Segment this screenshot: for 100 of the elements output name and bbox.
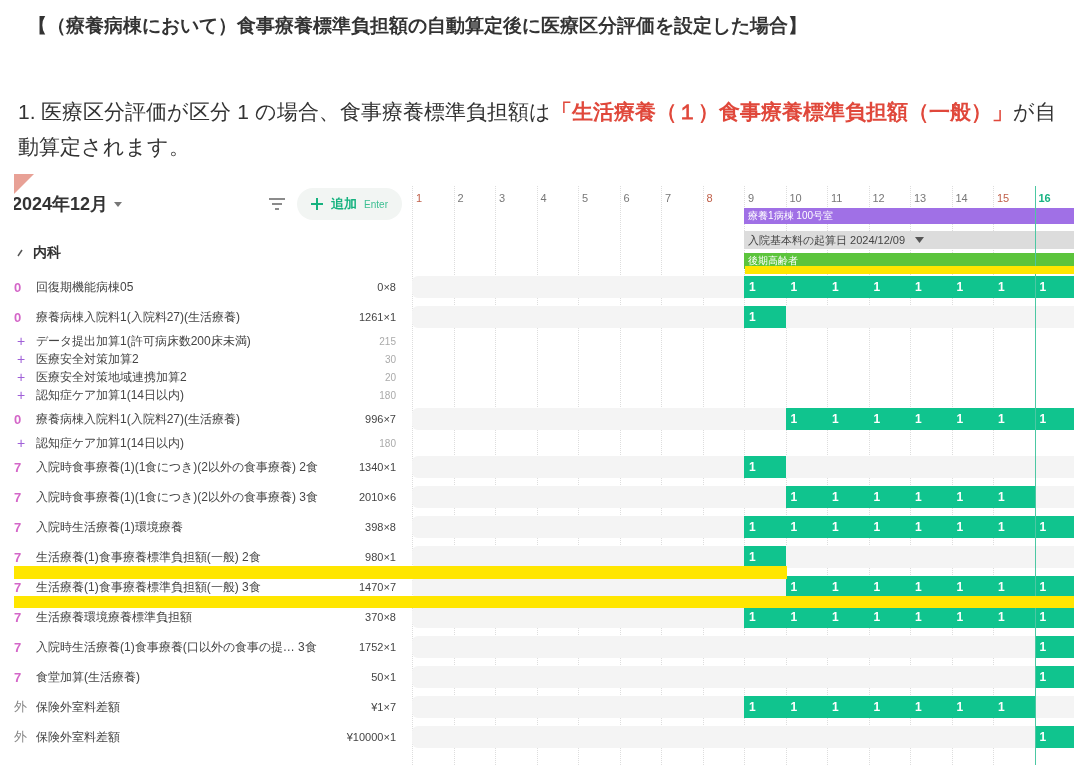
- count-cell[interactable]: 1: [1034, 276, 1074, 298]
- row-code: 0: [14, 279, 23, 295]
- count-cell[interactable]: 1: [868, 408, 910, 430]
- row-name[interactable]: 入院時食事療養(1)(1食につき)(2以外の食事療養) 2食: [36, 458, 359, 476]
- row-value: 1752×1: [359, 641, 397, 653]
- corner-fold-icon: [14, 174, 34, 194]
- row-value: 1261×1: [359, 311, 397, 323]
- count-cell[interactable]: 1: [827, 408, 869, 430]
- count-cell[interactable]: 1: [785, 516, 827, 538]
- count-cell[interactable]: 1: [993, 606, 1035, 628]
- row-code: 7: [14, 519, 23, 535]
- row-value: 180: [379, 389, 397, 401]
- row-name[interactable]: 療養病棟入院料1(入院料27)(生活療養): [36, 308, 359, 326]
- count-cell[interactable]: 1: [744, 546, 786, 568]
- count-cell[interactable]: 1: [868, 486, 910, 508]
- group-label[interactable]: 内科: [33, 244, 61, 262]
- count-cell[interactable]: 1: [827, 516, 869, 538]
- row-name[interactable]: 入院時食事療養(1)(1食につき)(2以外の食事療養) 3食: [36, 488, 359, 506]
- row-code: 7: [14, 669, 23, 685]
- row-name[interactable]: データ提出加算1(許可病床数200床未満): [36, 332, 380, 350]
- count-cell[interactable]: 1: [910, 276, 952, 298]
- row-value: 50×1: [371, 671, 397, 683]
- room-bar[interactable]: 療養1病棟 100号室: [744, 208, 1074, 224]
- row-code: 外: [14, 698, 28, 716]
- row-name[interactable]: 保険外室料差額: [36, 728, 347, 746]
- count-cell[interactable]: 1: [827, 576, 869, 598]
- row-code: +: [16, 369, 27, 385]
- count-cell[interactable]: 1: [744, 696, 786, 718]
- row-value: 2010×6: [359, 491, 397, 503]
- count-cell[interactable]: 1: [744, 606, 786, 628]
- count-cell[interactable]: 1: [1034, 636, 1074, 658]
- row-name[interactable]: 入院時生活療養(1)食事療養(口以外の食事の提… 3食: [36, 638, 359, 656]
- count-cell[interactable]: 1: [1034, 408, 1074, 430]
- day-number: 10: [788, 191, 803, 206]
- row-name[interactable]: 入院時生活療養(1)環境療養: [36, 518, 366, 536]
- row-name[interactable]: 生活療養(1)食事療養標準負担額(一般) 2食: [36, 548, 366, 566]
- row-name[interactable]: 医療安全対策地域連携加算2: [36, 368, 385, 386]
- count-cell[interactable]: 1: [1034, 726, 1074, 748]
- row-code: 7: [14, 609, 23, 625]
- row-value: 1470×7: [359, 581, 397, 593]
- filter-icon[interactable]: [269, 198, 286, 210]
- count-cell[interactable]: 1: [744, 456, 786, 478]
- count-cell[interactable]: 1: [993, 696, 1035, 718]
- count-cell[interactable]: 1: [827, 486, 869, 508]
- count-cell[interactable]: 1: [744, 516, 786, 538]
- bar-label: 入院基本料の起算日 2024/12/09: [748, 233, 906, 248]
- count-cell[interactable]: 1: [868, 696, 910, 718]
- count-cell[interactable]: 1: [910, 576, 952, 598]
- day-number: 4: [539, 191, 548, 206]
- row-name[interactable]: 生活療養環境療養標準負担額: [36, 608, 366, 626]
- row-name[interactable]: 療養病棟入院料1(入院料27)(生活療養): [36, 410, 366, 428]
- count-cell[interactable]: 1: [951, 516, 993, 538]
- count-cell[interactable]: 1: [1034, 666, 1074, 688]
- count-cell[interactable]: 1: [993, 408, 1035, 430]
- plus-icon: [311, 198, 324, 210]
- day-number: 13: [913, 191, 928, 206]
- count-cell[interactable]: 1: [993, 276, 1035, 298]
- date-bar[interactable]: 入院基本料の起算日 2024/12/09: [744, 231, 1074, 249]
- count-cell[interactable]: 1: [910, 696, 952, 718]
- caret-icon[interactable]: [114, 201, 123, 207]
- count-cell[interactable]: 1: [910, 408, 952, 430]
- count-cell[interactable]: 1: [993, 486, 1035, 508]
- count-cell[interactable]: 1: [827, 276, 869, 298]
- row-code: 7: [14, 459, 23, 475]
- count-cell[interactable]: 1: [910, 516, 952, 538]
- row-name[interactable]: 生活療養(1)食事療養標準負担額(一般) 3食: [36, 578, 359, 596]
- row-value: 398×8: [365, 521, 397, 533]
- count-cell[interactable]: 1: [993, 516, 1035, 538]
- count-cell[interactable]: 1: [827, 696, 869, 718]
- count-cell[interactable]: 1: [951, 696, 993, 718]
- count-cell[interactable]: 1: [785, 408, 827, 430]
- paragraph: 1. 医療区分評価が区分 1 の場合、食事療養標準負担額は「生活療養（１）食事療養標準負担額（一般）」が自動算定されます。: [18, 99, 1057, 160]
- row-name[interactable]: 認知症ケア加算1(14日以内): [36, 386, 380, 404]
- dropdown-caret-icon[interactable]: [915, 237, 925, 243]
- add-button[interactable]: 追加 Enter: [297, 188, 402, 220]
- day-number: 6: [622, 191, 631, 206]
- count-cell[interactable]: 1: [951, 276, 993, 298]
- count-cell[interactable]: 1: [785, 486, 827, 508]
- count-cell[interactable]: 1: [951, 408, 993, 430]
- row-name[interactable]: 保険外室料差額: [36, 698, 372, 716]
- count-cell[interactable]: 1: [951, 486, 993, 508]
- row-name[interactable]: 回復期機能病棟05: [36, 278, 378, 296]
- count-cell[interactable]: 1: [744, 276, 786, 298]
- count-cell[interactable]: 1: [1034, 516, 1074, 538]
- count-cell[interactable]: 1: [785, 276, 827, 298]
- count-cell[interactable]: 1: [744, 306, 786, 328]
- count-cell[interactable]: 1: [827, 606, 869, 628]
- count-cell[interactable]: 1: [868, 516, 910, 538]
- row-name[interactable]: 医療安全対策加算2: [36, 350, 385, 368]
- row-name[interactable]: 食堂加算(生活療養): [36, 668, 372, 686]
- day-number: 1: [415, 191, 424, 206]
- chevron-icon[interactable]: [17, 249, 23, 257]
- count-cell[interactable]: 1: [868, 276, 910, 298]
- row-code: 7: [14, 549, 23, 565]
- row-name[interactable]: 認知症ケア加算1(14日以内): [36, 434, 380, 452]
- row-code: 外: [14, 728, 28, 746]
- count-cell[interactable]: 1: [785, 696, 827, 718]
- count-cell[interactable]: 1: [910, 486, 952, 508]
- count-cell[interactable]: 1: [993, 576, 1035, 598]
- count-cell[interactable]: 1: [910, 606, 952, 628]
